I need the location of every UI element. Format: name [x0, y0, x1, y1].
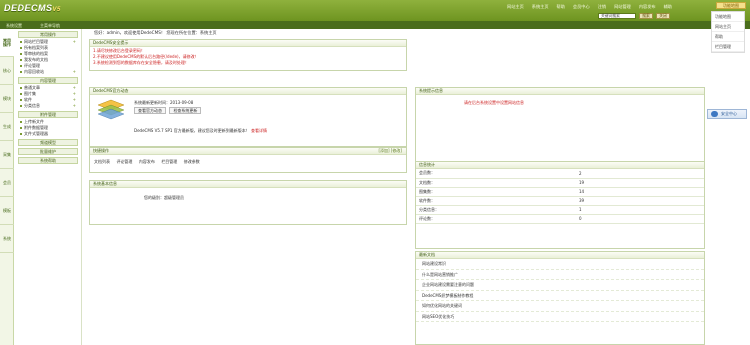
panel-title: 信息统计 — [416, 162, 704, 169]
menu-item[interactable]: 内容回收站 + — [20, 69, 78, 75]
quick-item[interactable]: 内容发布 — [139, 159, 155, 164]
sysinfo-panel: 系统基本信息 您的级别：超级管理员 — [89, 180, 407, 225]
subbar-system-settings[interactable]: 系统设置 — [6, 23, 22, 29]
latest-docs-panel: 最新文档 网站建设常识 什么是网站营销推广 企业网站建设需要注意的问题 Dede… — [415, 251, 705, 345]
quick-item[interactable]: 修改参数 — [184, 159, 200, 164]
top-link[interactable]: 会员中心 — [573, 4, 590, 10]
function-map-dropdown: 功能地图 网站主页 帮助 栏目管理 — [711, 11, 745, 53]
table-row: 评论数： 0 — [416, 214, 704, 224]
list-item[interactable]: DedeCMS织梦模板制作教程 — [416, 291, 704, 301]
dropdown-item[interactable]: 帮助 — [712, 32, 744, 42]
vtab-module[interactable]: 模块 — [0, 85, 14, 113]
official-panel: DedeCMS官方动态 系统最新更新时间：2013-09-08 查看官方动态 检… — [89, 87, 407, 147]
vtab-generate[interactable]: 生成 — [0, 113, 14, 141]
menu-item[interactable]: 文件式管理器 — [20, 131, 78, 137]
welcome-text: 您好：admin，欢迎使用DedeCMS！ 您现在所在位置：系统主页 — [94, 30, 217, 35]
quick-ops-panel: 快捷操作 [添加] [修改] 文档列表 评论管理 内容发布 栏目管理 修改参数 — [89, 147, 407, 173]
vtab-core[interactable]: 核心 — [0, 57, 14, 85]
list-item[interactable]: 企业网站建设需要注意的问题 — [416, 280, 704, 291]
security-panel: DedeCMS安全提示 1.请尽快修改后台登录密码！ 2.不建议使用DedeCM… — [89, 39, 407, 71]
table-row: 图集数： 14 — [416, 187, 704, 197]
top-link[interactable]: 系统主页 — [532, 4, 549, 10]
vtab-common[interactable]: 常用操作 — [0, 29, 14, 57]
list-item[interactable]: 什么是网站营销推广 — [416, 270, 704, 280]
dropdown-item[interactable]: 功能地图 — [712, 12, 744, 22]
dedecms-box-icon — [97, 99, 125, 120]
top-link[interactable]: 网站管理 — [614, 4, 631, 10]
menu-section-title[interactable]: 内容管理 — [18, 77, 78, 84]
top-links: 网站主页 系统主页 帮助 会员中心 注销 网站管理 内容发布 辅助 — [507, 4, 672, 10]
panel-title: DedeCMS官方动态 — [90, 88, 406, 95]
table-row: 文档数： 19 — [416, 178, 704, 188]
table-row: 软件数： 39 — [416, 196, 704, 206]
search-button[interactable]: 搜索 — [639, 13, 653, 19]
vtab-member[interactable]: 会员 — [0, 169, 14, 197]
main-content: 您好：admin，欢迎使用DedeCMS！ 您现在所在位置：系统主页 DedeC… — [86, 29, 750, 345]
quick-item[interactable]: 评论管理 — [116, 159, 132, 164]
view-official-button[interactable]: 查看官方动态 — [134, 107, 166, 114]
check-update-button[interactable]: 检查系统更新 — [169, 107, 202, 114]
top-link[interactable]: 内容发布 — [639, 4, 656, 10]
top-header: DEDECMSV5 网站主页 系统主页 帮助 会员中心 注销 网站管理 内容发布… — [0, 0, 750, 21]
cloud-icon — [711, 111, 718, 117]
left-menu: 常用操作 网站栏目管理 + 所有档案列表 等审核的档案 我发布的文档 评论管理 内… — [15, 29, 82, 345]
top-link[interactable]: 注销 — [598, 4, 606, 10]
security-center-button[interactable]: 安全中心 — [707, 109, 747, 119]
stats-panel: 信息统计 会员数： 2 文档数： 19 图集数： 14 软件数： 39 分类信息： 1 评… — [415, 161, 705, 249]
security-line[interactable]: 3.系统检测到您的数据库存在安全隐患，请及时处理！ — [93, 60, 403, 66]
vtab-collect[interactable]: 采集 — [0, 141, 14, 169]
list-item[interactable]: 如何优化网站的关键词 — [416, 301, 704, 312]
dedecms-logo[interactable]: DEDECMSV5 — [4, 3, 61, 13]
top-link[interactable]: 辅助 — [664, 4, 672, 10]
top-link[interactable]: 网站主页 — [507, 4, 524, 10]
version-details-link[interactable]: 查看详情 — [251, 128, 267, 133]
menu-section-title[interactable]: 系统帮助 — [18, 157, 78, 164]
table-row: 会员数： 2 — [416, 169, 704, 179]
dropdown-item[interactable]: 栏目管理 — [712, 42, 744, 52]
plus-icon[interactable]: + — [73, 69, 76, 75]
vtab-system[interactable]: 系统 — [0, 225, 14, 253]
menu-section-title[interactable]: 频道模型 — [18, 139, 78, 146]
stats-table: 会员数： 2 文档数： 19 图集数： 14 软件数： 39 分类信息： 1 评论数： 0 — [416, 169, 704, 224]
vtab-template[interactable]: 模板 — [0, 197, 14, 225]
panel-title: 最新文档 — [416, 252, 704, 259]
sub-navigation-bar: 系统设置 主菜单导航 — [0, 21, 750, 29]
subbar-main-menu[interactable]: 主菜单导航 — [40, 23, 60, 29]
quick-item[interactable]: 栏目管理 — [161, 159, 177, 164]
close-button[interactable]: 关闭 — [656, 13, 670, 19]
list-item[interactable]: 网站SEO优化技巧 — [416, 312, 704, 322]
tips-text: 请在后台系统设置中设置网站信息 — [464, 100, 524, 105]
search-input[interactable]: 关键词搜索 — [598, 13, 636, 19]
quick-edit-links[interactable]: [添加] [修改] — [378, 148, 402, 154]
menu-section-title[interactable]: 附件管理 — [18, 111, 78, 118]
vertical-tabs: 常用操作 核心 模块 生成 采集 会员 模板 系统 — [0, 29, 14, 345]
update-time-text: 系统最新更新时间：2013-09-08 — [134, 100, 194, 105]
top-link[interactable]: 帮助 — [557, 4, 565, 10]
sysinfo-text: 您的级别：超级管理员 — [144, 195, 184, 200]
version-text: DedeCMS V5.7 SP1 官方最新版，建议您及时更新到最新版本！ — [134, 128, 250, 133]
quick-item[interactable]: 文档列表 — [94, 159, 110, 164]
list-item[interactable]: 网站建设常识 — [416, 259, 704, 270]
panel-title: 系统基本信息 — [90, 181, 406, 188]
panel-title: DedeCMS安全提示 — [90, 40, 406, 47]
menu-section-title[interactable]: 批量维护 — [18, 148, 78, 155]
menu-section-title[interactable]: 常用操作 — [18, 31, 78, 38]
function-map-button[interactable]: 功能地图 — [716, 2, 746, 9]
menu-item[interactable]: 分类信息 + — [20, 103, 78, 109]
table-row: 分类信息： 1 — [416, 205, 704, 215]
plus-icon[interactable]: + — [73, 103, 76, 109]
panel-title: 快捷操作 [添加] [修改] — [90, 148, 406, 155]
panel-title: 系统提示信息 — [416, 88, 704, 95]
dropdown-item[interactable]: 网站主页 — [712, 22, 744, 32]
